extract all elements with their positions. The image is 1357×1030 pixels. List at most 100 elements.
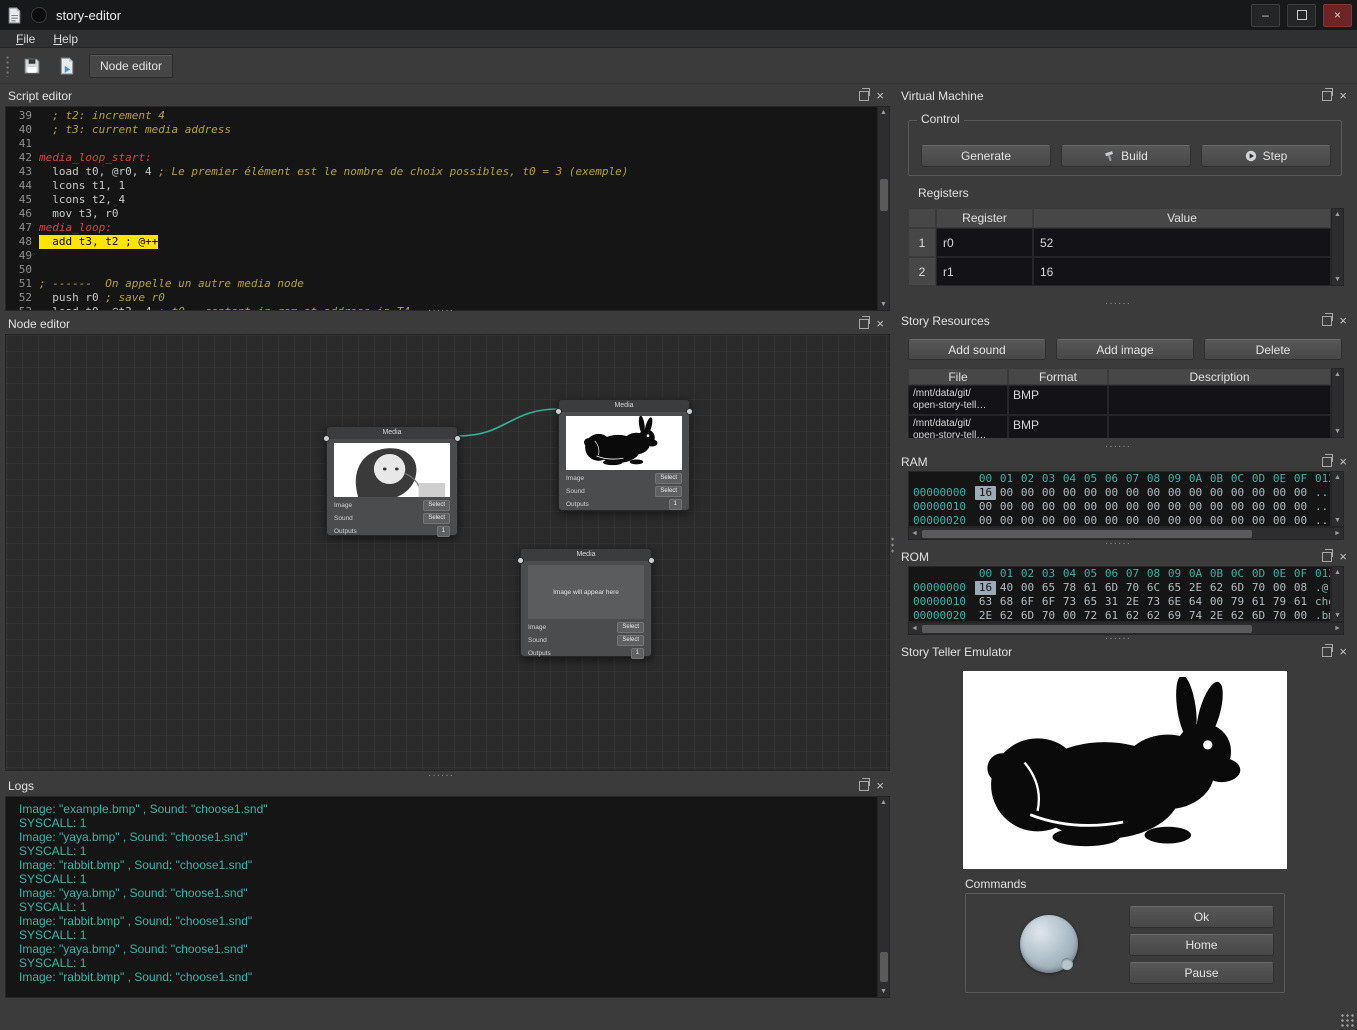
hex-byte[interactable]: 00 [1290, 514, 1311, 527]
float-panel-icon[interactable] [1322, 457, 1332, 467]
delete-button[interactable]: Delete [1204, 339, 1342, 360]
hex-byte[interactable]: 00 [1185, 486, 1206, 500]
build-button[interactable]: Build [1061, 145, 1191, 167]
minimize-button[interactable]: – [1251, 4, 1280, 27]
hex-byte[interactable]: 00 [996, 486, 1017, 500]
close-panel-icon[interactable]: × [876, 91, 884, 101]
hex-byte[interactable]: 6E [1164, 595, 1185, 609]
hex-byte[interactable]: 00 [1059, 514, 1080, 527]
hex-byte[interactable]: 08 [1290, 581, 1311, 595]
hex-byte[interactable]: 00 [1206, 595, 1227, 609]
hex-byte[interactable]: 00 [1059, 609, 1080, 622]
hex-byte[interactable]: 78 [1059, 581, 1080, 595]
resources-scrollbar[interactable]: ▲ ▼ [1331, 368, 1344, 438]
scroll-left-arrow[interactable]: ◄ [909, 528, 920, 539]
close-panel-icon[interactable]: × [1339, 316, 1347, 326]
hex-byte[interactable]: 00 [975, 500, 996, 514]
hex-byte[interactable]: 00 [1101, 514, 1122, 527]
rom-vertical-scrollbar[interactable]: ▲ ▼ [1331, 566, 1344, 622]
hex-byte[interactable]: 00 [1101, 500, 1122, 514]
hex-byte[interactable]: 6D [1227, 581, 1248, 595]
hex-byte[interactable]: 62 [1206, 581, 1227, 595]
home-button[interactable]: Home [1129, 934, 1274, 956]
scroll-thumb[interactable] [922, 625, 1252, 633]
hex-byte[interactable]: 00 [1269, 500, 1290, 514]
splitter-handle[interactable]: ······ [1105, 301, 1131, 307]
maximize-button[interactable] [1287, 4, 1316, 27]
hex-byte[interactable]: 74 [1185, 609, 1206, 622]
hex-byte[interactable]: 62 [1227, 609, 1248, 622]
close-panel-icon[interactable]: × [876, 319, 884, 329]
hex-byte[interactable]: 70 [1038, 609, 1059, 622]
hex-byte[interactable]: 6C [1143, 581, 1164, 595]
hex-byte[interactable]: 00 [1038, 514, 1059, 527]
hex-byte[interactable]: 65 [1038, 581, 1059, 595]
register-value-cell[interactable]: 52 [1033, 228, 1331, 257]
hex-byte[interactable]: 62 [1143, 609, 1164, 622]
scroll-down-arrow[interactable]: ▼ [1332, 426, 1343, 437]
select-button[interactable]: Select [617, 635, 644, 646]
hex-byte[interactable]: 00 [975, 514, 996, 527]
hex-byte[interactable]: 2E [975, 609, 996, 622]
hex-byte[interactable]: 00 [1122, 514, 1143, 527]
hex-byte[interactable]: 70 [1248, 581, 1269, 595]
close-panel-icon[interactable]: × [1339, 457, 1347, 467]
hex-byte[interactable]: 00 [1269, 581, 1290, 595]
splitter-handle[interactable]: ······ [428, 308, 454, 314]
hex-byte[interactable]: 00 [1143, 500, 1164, 514]
hex-byte[interactable]: 65 [1080, 595, 1101, 609]
hex-byte[interactable]: 00 [1185, 514, 1206, 527]
float-panel-icon[interactable] [859, 319, 869, 329]
hex-byte[interactable]: 79 [1269, 595, 1290, 609]
scroll-thumb[interactable] [880, 179, 888, 211]
close-panel-icon[interactable]: × [1339, 647, 1347, 657]
hex-byte[interactable]: 61 [1101, 609, 1122, 622]
hex-byte[interactable]: 00 [1059, 500, 1080, 514]
hex-byte[interactable]: 00 [1059, 486, 1080, 500]
save-button[interactable] [19, 53, 45, 79]
node-editor-toggle-button[interactable]: Node editor [89, 54, 173, 78]
hex-byte[interactable]: 00 [1017, 514, 1038, 527]
input-port[interactable] [517, 557, 524, 564]
register-name-cell[interactable]: r0 [936, 228, 1033, 257]
close-panel-icon[interactable]: × [876, 781, 884, 791]
scroll-down-arrow[interactable]: ▼ [878, 986, 889, 997]
resource-file-cell[interactable]: /mnt/data/git/open-story-tell… [908, 415, 1008, 438]
window-resize-grip[interactable] [1340, 1013, 1354, 1027]
hex-byte[interactable]: 00 [1017, 500, 1038, 514]
rotary-knob[interactable] [1020, 915, 1078, 973]
hex-byte[interactable]: 00 [1206, 514, 1227, 527]
scroll-right-arrow[interactable]: ► [1332, 528, 1343, 539]
hex-byte[interactable]: 62 [1122, 609, 1143, 622]
close-panel-icon[interactable]: × [1339, 91, 1347, 101]
float-panel-icon[interactable] [859, 781, 869, 791]
scroll-thumb[interactable] [880, 952, 888, 982]
export-button[interactable] [54, 53, 80, 79]
register-name-cell[interactable]: r1 [936, 257, 1033, 286]
scroll-thumb[interactable] [922, 530, 1252, 538]
scroll-down-arrow[interactable]: ▼ [1332, 274, 1343, 285]
hex-byte[interactable]: 00 [1080, 514, 1101, 527]
hex-byte[interactable]: 61 [1290, 595, 1311, 609]
hex-byte[interactable]: 00 [1290, 486, 1311, 500]
hex-byte[interactable]: 6F [1038, 595, 1059, 609]
scroll-down-arrow[interactable]: ▼ [1332, 515, 1343, 526]
hex-byte[interactable]: 00 [1101, 486, 1122, 500]
add-sound-button[interactable]: Add sound [908, 339, 1046, 360]
hex-byte[interactable]: 00 [1017, 486, 1038, 500]
hex-byte[interactable]: 00 [1143, 486, 1164, 500]
resource-format-cell[interactable]: BMP [1008, 415, 1108, 438]
hex-byte[interactable]: 00 [1227, 486, 1248, 500]
pause-button[interactable]: Pause [1129, 962, 1274, 984]
hex-byte[interactable]: 69 [1164, 609, 1185, 622]
hex-byte[interactable]: 6D [1101, 581, 1122, 595]
hex-byte[interactable]: 00 [1269, 514, 1290, 527]
hex-byte[interactable]: 00 [1038, 486, 1059, 500]
column-splitter-handle[interactable] [890, 536, 895, 554]
hex-byte[interactable]: 00 [1080, 486, 1101, 500]
splitter-handle[interactable]: ······ [1105, 636, 1131, 642]
graph-node-empty[interactable]: MediaImage will appear hereImageSelectSo… [520, 548, 652, 657]
script-editor-scrollbar[interactable]: ▲ ▼ [877, 106, 890, 311]
float-panel-icon[interactable] [1322, 316, 1332, 326]
hex-byte[interactable]: 00 [1185, 500, 1206, 514]
